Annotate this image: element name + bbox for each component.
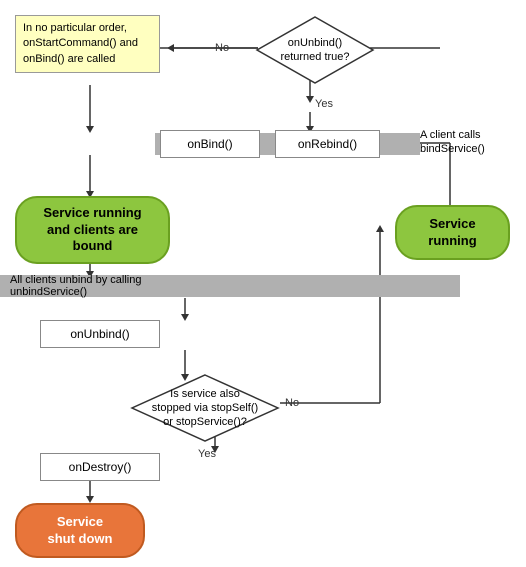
no-label-2: No (285, 397, 299, 409)
yes-label-2: Yes (198, 448, 216, 460)
state-running: Servicerunning (395, 205, 510, 260)
state-bound: Service runningand clients arebound (15, 196, 170, 264)
state-shutdown: Serviceshut down (15, 503, 145, 558)
diamond2: Is service alsostopped via stopSelf()or … (130, 373, 280, 443)
onrebind-box: onRebind() (275, 130, 380, 158)
yes-label-1: Yes (315, 98, 333, 110)
onbind-box: onBind() (160, 130, 260, 158)
ondestroy-box: onDestroy() (40, 453, 160, 481)
diamond1: onUnbind()returned true? (255, 15, 375, 85)
no-label-1: No (215, 42, 229, 54)
diagram: In no particular order,onStartCommand() … (0, 0, 526, 567)
onunbind-box: onUnbind() (40, 320, 160, 348)
all-clients-label: All clients unbind by callingunbindServi… (5, 272, 255, 300)
note-box: In no particular order,onStartCommand() … (15, 15, 160, 73)
client-note: A client callsbindService() (420, 128, 520, 157)
